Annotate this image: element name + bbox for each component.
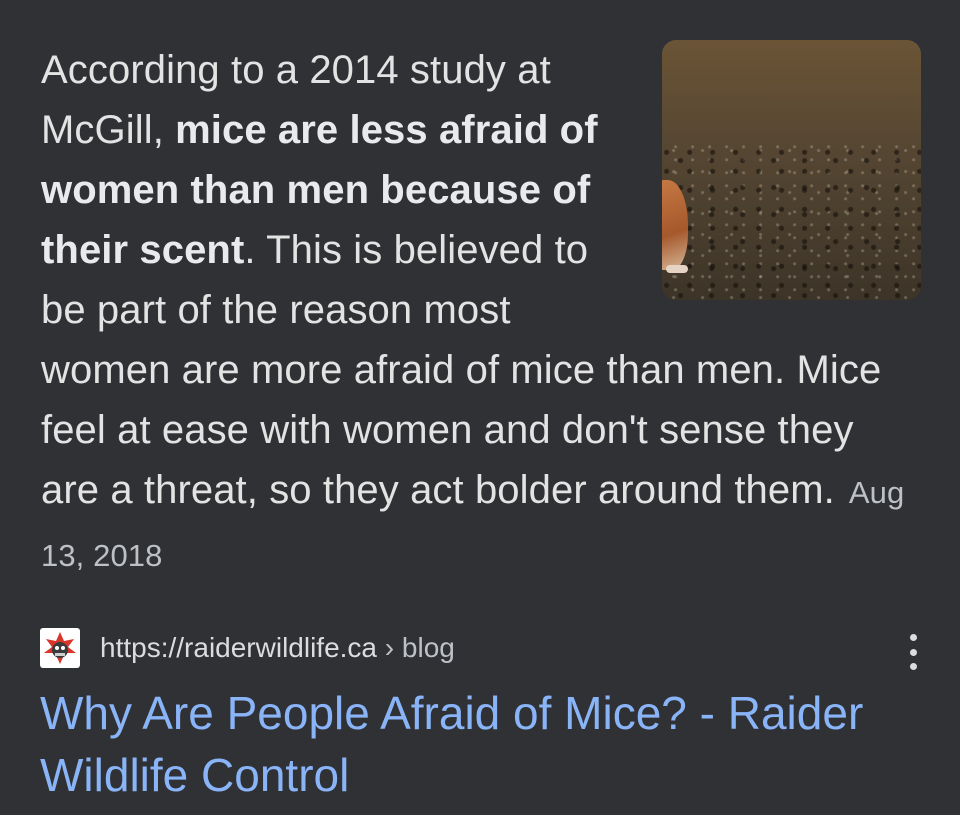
result-url[interactable]: https://raiderwildlife.ca › blog	[100, 632, 455, 664]
more-dot	[909, 663, 917, 670]
result-source-row[interactable]: https://raiderwildlife.ca › blog	[40, 626, 920, 670]
result-url-host: https://raiderwildlife.ca	[100, 632, 378, 663]
result-title-link[interactable]: Why Are People Afraid of Mice? - Raider …	[40, 682, 930, 806]
featured-snippet-card: According to a 2014 study at McGill, mic…	[0, 0, 960, 815]
snippet-thumbnail[interactable]	[662, 40, 921, 300]
mouse-foot	[666, 265, 688, 273]
result-url-breadcrumb: › blog	[377, 632, 455, 663]
more-dot	[909, 648, 917, 656]
more-vert-icon[interactable]	[906, 634, 920, 670]
thumbnail-ground	[662, 138, 921, 300]
snippet-text: According to a 2014 study at McGill, mic…	[41, 40, 921, 586]
raider-wildlife-logo-icon	[40, 628, 80, 668]
more-dot	[909, 634, 917, 641]
